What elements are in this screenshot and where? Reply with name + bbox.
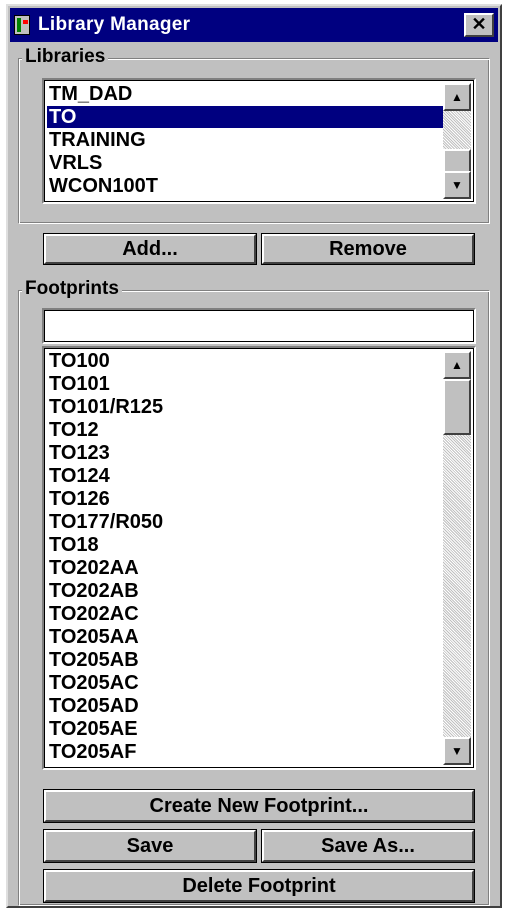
app-icon[interactable]: [14, 15, 30, 35]
scroll-down-button[interactable]: ▼: [443, 737, 471, 765]
scroll-down-button[interactable]: ▼: [443, 171, 471, 199]
footprint-filter-input[interactable]: [42, 308, 476, 344]
list-item[interactable]: WCON100T: [47, 175, 158, 197]
list-item[interactable]: TO101: [47, 373, 110, 395]
list-item[interactable]: TRAINING: [47, 129, 146, 151]
footprints-scrollbar[interactable]: ▲ ▼: [443, 351, 471, 765]
list-item[interactable]: TO123: [47, 442, 110, 464]
footprints-listbox[interactable]: TO100 TO101 TO101/R125 TO12 TO123 TO124 TO126 T…: [42, 346, 476, 770]
save-as-button[interactable]: Save As...: [261, 829, 475, 863]
list-item[interactable]: TM_DAD: [47, 83, 132, 105]
window-title: Library Manager: [38, 14, 191, 35]
list-item[interactable]: TO205AC: [47, 672, 139, 694]
arrow-up-icon: ▲: [451, 90, 463, 104]
list-item[interactable]: TO100: [47, 350, 110, 372]
library-manager-window: Library Manager ✕ Libraries TM_DAD TO TRAI…: [6, 4, 502, 908]
libraries-scrollbar[interactable]: ▲ ▼: [443, 83, 471, 199]
footprints-group-label: Footprints: [22, 278, 122, 300]
delete-footprint-button[interactable]: Delete Footprint: [43, 869, 475, 903]
list-item[interactable]: TO126: [47, 488, 110, 510]
list-item[interactable]: TO12: [47, 419, 99, 441]
arrow-down-icon: ▼: [451, 744, 463, 758]
list-item[interactable]: TO205AD: [47, 695, 139, 717]
add-library-button[interactable]: Add...: [43, 233, 257, 265]
arrow-down-icon: ▼: [451, 178, 463, 192]
list-item[interactable]: TO101/R125: [47, 396, 163, 418]
libraries-listbox[interactable]: TM_DAD TO TRAINING VRLS WCON100T ▲ ▼: [42, 78, 476, 204]
libraries-group-label: Libraries: [22, 46, 109, 68]
list-item[interactable]: TO18: [47, 534, 99, 556]
scroll-up-button[interactable]: ▲: [443, 83, 471, 111]
create-new-footprint-button[interactable]: Create New Footprint...: [43, 789, 475, 823]
close-button[interactable]: ✕: [464, 13, 494, 37]
list-item[interactable]: TO202AB: [47, 580, 139, 602]
list-item[interactable]: TO205AE: [47, 718, 138, 740]
list-item[interactable]: TO205AA: [47, 626, 139, 648]
scroll-up-button[interactable]: ▲: [443, 351, 471, 379]
list-item[interactable]: TO205AB: [47, 649, 139, 671]
arrow-up-icon: ▲: [451, 358, 463, 372]
list-item[interactable]: TO177/R050: [47, 511, 163, 533]
list-item[interactable]: TO202AA: [47, 557, 139, 579]
scroll-thumb[interactable]: [443, 149, 471, 173]
remove-library-button[interactable]: Remove: [261, 233, 475, 265]
title-bar[interactable]: Library Manager ✕: [10, 8, 498, 42]
save-button[interactable]: Save: [43, 829, 257, 863]
scroll-thumb[interactable]: [443, 379, 471, 435]
list-item[interactable]: VRLS: [47, 152, 102, 174]
list-item[interactable]: TO: [47, 106, 443, 128]
list-item[interactable]: TO205AF: [47, 741, 136, 763]
list-item[interactable]: TO202AC: [47, 603, 139, 625]
list-item[interactable]: TO124: [47, 465, 110, 487]
